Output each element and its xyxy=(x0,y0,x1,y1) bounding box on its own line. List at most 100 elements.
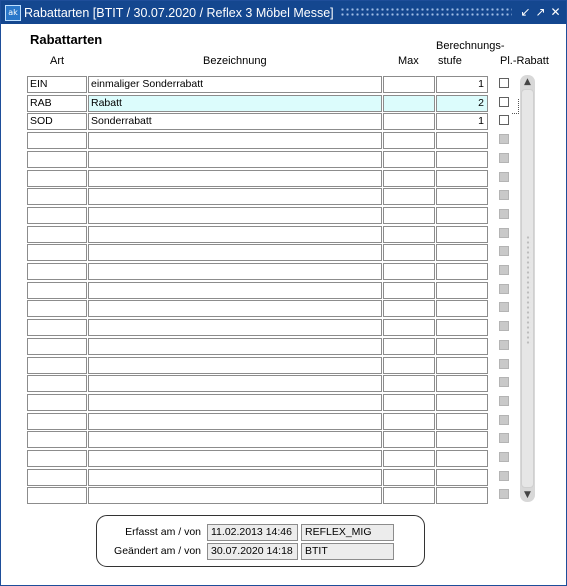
max-cell[interactable] xyxy=(383,244,435,261)
max-cell[interactable] xyxy=(383,207,435,224)
berechnungsstufe-cell[interactable] xyxy=(436,338,488,355)
table-row[interactable] xyxy=(27,226,547,243)
table-row[interactable] xyxy=(27,394,547,411)
max-cell[interactable] xyxy=(383,282,435,299)
art-cell[interactable] xyxy=(27,151,87,168)
table-row[interactable] xyxy=(27,244,547,261)
table-row[interactable] xyxy=(27,450,547,467)
berechnungsstufe-cell[interactable] xyxy=(436,226,488,243)
bezeichnung-cell[interactable] xyxy=(88,263,382,280)
berechnungsstufe-cell[interactable]: 1 xyxy=(436,113,488,130)
table-row[interactable]: SOD Sonderrabatt 1 xyxy=(27,113,547,130)
max-cell[interactable] xyxy=(383,469,435,486)
art-cell[interactable] xyxy=(27,282,87,299)
berechnungsstufe-cell[interactable] xyxy=(436,244,488,261)
art-cell[interactable] xyxy=(27,226,87,243)
table-row[interactable] xyxy=(27,132,547,149)
table-row[interactable]: EIN einmaliger Sonderrabatt 1 xyxy=(27,76,547,93)
bezeichnung-cell[interactable] xyxy=(88,357,382,374)
bezeichnung-cell[interactable] xyxy=(88,226,382,243)
bezeichnung-cell[interactable] xyxy=(88,394,382,411)
max-cell[interactable] xyxy=(383,113,435,130)
art-cell[interactable]: RAB xyxy=(27,95,87,112)
bezeichnung-cell[interactable] xyxy=(88,431,382,448)
table-row[interactable] xyxy=(27,413,547,430)
berechnungsstufe-cell[interactable] xyxy=(436,263,488,280)
bezeichnung-cell[interactable] xyxy=(88,413,382,430)
bezeichnung-cell[interactable] xyxy=(88,375,382,392)
table-row[interactable] xyxy=(27,170,547,187)
scroll-up-icon[interactable]: ▲ xyxy=(520,75,535,89)
close-icon[interactable]: ✕ xyxy=(548,5,563,20)
max-cell[interactable] xyxy=(383,450,435,467)
table-row[interactable] xyxy=(27,319,547,336)
berechnungsstufe-cell[interactable] xyxy=(436,300,488,317)
bezeichnung-cell[interactable] xyxy=(88,170,382,187)
bezeichnung-cell[interactable] xyxy=(88,132,382,149)
bezeichnung-cell[interactable]: Sonderrabatt xyxy=(88,113,382,130)
max-cell[interactable] xyxy=(383,431,435,448)
art-cell[interactable] xyxy=(27,469,87,486)
art-cell[interactable] xyxy=(27,132,87,149)
art-cell[interactable] xyxy=(27,338,87,355)
berechnungsstufe-cell[interactable] xyxy=(436,188,488,205)
bezeichnung-cell[interactable] xyxy=(88,487,382,504)
berechnungsstufe-cell[interactable] xyxy=(436,282,488,299)
max-cell[interactable] xyxy=(383,76,435,93)
bezeichnung-cell[interactable] xyxy=(88,282,382,299)
scroll-down-icon[interactable]: ▼ xyxy=(520,488,535,502)
bezeichnung-cell[interactable] xyxy=(88,188,382,205)
max-cell[interactable] xyxy=(383,375,435,392)
berechnungsstufe-cell[interactable] xyxy=(436,469,488,486)
berechnungsstufe-cell[interactable] xyxy=(436,357,488,374)
table-row[interactable] xyxy=(27,487,547,504)
title-bar-grip[interactable] xyxy=(339,7,512,18)
max-cell[interactable] xyxy=(383,226,435,243)
berechnungsstufe-cell[interactable]: 1 xyxy=(436,76,488,93)
art-cell[interactable] xyxy=(27,394,87,411)
max-cell[interactable] xyxy=(383,394,435,411)
pl-rabatt-checkbox[interactable] xyxy=(499,97,509,107)
bezeichnung-cell[interactable] xyxy=(88,450,382,467)
art-cell[interactable] xyxy=(27,487,87,504)
max-cell[interactable] xyxy=(383,132,435,149)
table-row[interactable]: RAB Rabatt 2 xyxy=(27,95,547,114)
bezeichnung-cell[interactable] xyxy=(88,338,382,355)
table-row[interactable] xyxy=(27,338,547,355)
bezeichnung-cell[interactable] xyxy=(88,151,382,168)
max-cell[interactable] xyxy=(383,300,435,317)
restore-icon[interactable]: ↗ xyxy=(533,5,548,20)
table-row[interactable] xyxy=(27,282,547,299)
app-icon[interactable]: ak xyxy=(5,4,21,21)
art-cell[interactable] xyxy=(27,188,87,205)
berechnungsstufe-cell[interactable] xyxy=(436,431,488,448)
art-cell[interactable] xyxy=(27,431,87,448)
table-row[interactable] xyxy=(27,188,547,205)
title-bar[interactable]: ak Rabattarten [BTIT / 30.07.2020 / Refl… xyxy=(1,1,566,24)
bezeichnung-cell[interactable] xyxy=(88,319,382,336)
vertical-scrollbar[interactable]: ▲ ▼ xyxy=(520,75,535,502)
art-cell[interactable] xyxy=(27,413,87,430)
art-cell[interactable]: SOD xyxy=(27,113,87,130)
max-cell[interactable] xyxy=(383,188,435,205)
max-cell[interactable] xyxy=(383,338,435,355)
table-row[interactable] xyxy=(27,431,547,448)
bezeichnung-cell[interactable]: Rabatt xyxy=(88,95,382,112)
berechnungsstufe-cell[interactable] xyxy=(436,151,488,168)
berechnungsstufe-cell[interactable] xyxy=(436,413,488,430)
art-cell[interactable] xyxy=(27,170,87,187)
bezeichnung-cell[interactable] xyxy=(88,300,382,317)
table-row[interactable] xyxy=(27,207,547,224)
bezeichnung-cell[interactable] xyxy=(88,469,382,486)
max-cell[interactable] xyxy=(383,151,435,168)
berechnungsstufe-cell[interactable] xyxy=(436,375,488,392)
art-cell[interactable] xyxy=(27,375,87,392)
art-cell[interactable] xyxy=(27,357,87,374)
art-cell[interactable] xyxy=(27,450,87,467)
minimize-icon[interactable]: ↙ xyxy=(518,5,533,20)
art-cell[interactable]: EIN xyxy=(27,76,87,93)
berechnungsstufe-cell[interactable] xyxy=(436,319,488,336)
max-cell[interactable] xyxy=(383,357,435,374)
berechnungsstufe-cell[interactable] xyxy=(436,450,488,467)
berechnungsstufe-cell[interactable] xyxy=(436,207,488,224)
